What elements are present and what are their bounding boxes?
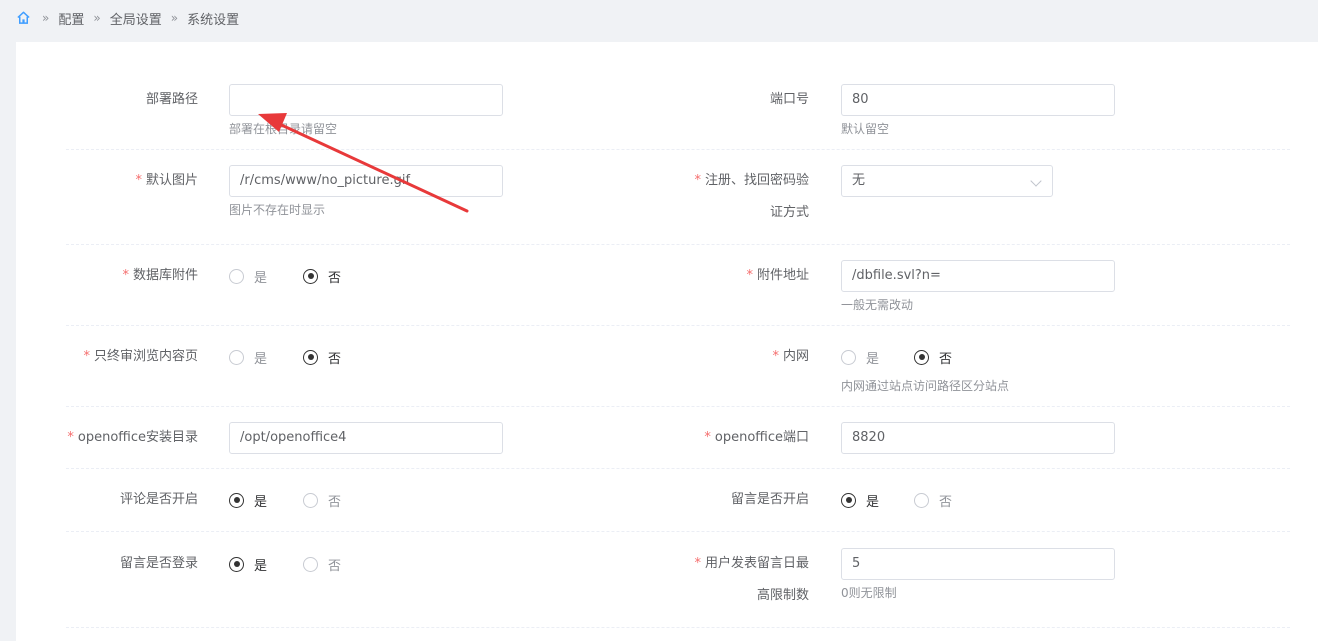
chevron-right-icon: »	[93, 11, 101, 25]
message-login-radio-no[interactable]: 否	[303, 548, 341, 580]
default-image-label: * 默认图片	[135, 173, 198, 188]
db-attachment-label: * 数据库附件	[122, 268, 198, 283]
form-row: * 数据库附件 是 否 * 附件地址 /dbfile.svl?n= 一般无需改动	[66, 260, 1290, 326]
radio-checked-icon	[229, 556, 244, 572]
final-review-radio-no[interactable]: 否	[303, 341, 341, 373]
radio-circle-icon	[229, 268, 244, 284]
comment-enabled-radio-yes[interactable]: 是	[229, 484, 267, 516]
openoffice-port-label: * openoffice端口	[704, 430, 809, 445]
message-login-radio-yes[interactable]: 是	[229, 548, 267, 580]
radio-circle-icon	[841, 349, 856, 365]
verify-method-label: * 注册、找回密码验	[694, 173, 809, 188]
form-row: * 只终审浏览内容页 是 否 * 内网 是 否 内网通过站点访问路径区分站点	[66, 341, 1290, 407]
settings-form: 部署路径 部署在根目录请留空 端口号 80 默认留空 * 默认图片 /r/cms/…	[16, 42, 1318, 641]
breadcrumb-item[interactable]: 配置	[58, 9, 84, 28]
form-row: 部署路径 部署在根目录请留空 端口号 80 默认留空	[66, 84, 1290, 150]
openoffice-port-input[interactable]: 8820	[841, 422, 1115, 454]
attachment-url-input[interactable]: /dbfile.svl?n=	[841, 260, 1115, 292]
chevron-right-icon: »	[170, 11, 179, 25]
home-icon[interactable]	[16, 10, 32, 26]
message-enabled-radio-yes[interactable]: 是	[841, 484, 879, 516]
radio-circle-icon	[914, 492, 929, 508]
form-row: * openoffice安装目录 /opt/openoffice4 * openof…	[66, 422, 1290, 469]
default-image-help: 图片不存在时显示	[229, 203, 326, 217]
message-enabled-radio-no[interactable]: 否	[914, 484, 952, 516]
radio-circle-icon	[229, 349, 244, 365]
radio-checked-icon	[914, 349, 929, 365]
final-review-label: * 只终审浏览内容页	[83, 349, 198, 364]
breadcrumb: » 配置 » 全局设置 » 系统设置	[0, 0, 1318, 36]
message-enabled-label: 留言是否开启	[730, 492, 809, 507]
radio-checked-icon	[229, 492, 244, 508]
chevron-right-icon: »	[42, 11, 50, 25]
comment-enabled-radio-no[interactable]: 否	[303, 484, 341, 516]
breadcrumb-item[interactable]: 全局设置	[110, 9, 162, 28]
radio-circle-icon	[303, 492, 318, 508]
intranet-help: 内网通过站点访问路径区分站点	[841, 379, 1010, 393]
deploy-path-label: 部署路径	[145, 92, 198, 107]
attachment-url-label: * 附件地址	[746, 268, 809, 283]
radio-checked-icon	[841, 492, 856, 508]
openoffice-dir-label: * openoffice安装目录	[67, 430, 198, 445]
openoffice-dir-input[interactable]: /opt/openoffice4	[229, 422, 503, 454]
form-row: * 默认图片 /r/cms/www/no_picture.gif 图片不存在时显示…	[66, 165, 1290, 245]
message-limit-help: 0则无限制	[841, 586, 897, 600]
default-image-input[interactable]: /r/cms/www/no_picture.gif	[229, 165, 503, 197]
form-row: 评论是否开启 是 否 留言是否开启 是 否	[66, 484, 1290, 532]
deploy-path-help: 部署在根目录请留空	[229, 122, 338, 136]
attachment-url-help: 一般无需改动	[841, 298, 914, 312]
radio-checked-icon	[303, 349, 318, 365]
form-row: 留言是否登录 是 否 * 用户发表留言日最 高限制数 5 0则无限制	[66, 548, 1290, 628]
intranet-radio-no[interactable]: 否	[914, 341, 952, 373]
intranet-label: * 内网	[772, 349, 809, 364]
verify-method-select[interactable]: 无	[841, 165, 1053, 197]
port-label: 端口号	[769, 92, 809, 107]
message-limit-label: * 用户发表留言日最	[694, 556, 809, 571]
db-attachment-radio-yes[interactable]: 是	[229, 260, 267, 292]
message-login-label: 留言是否登录	[119, 556, 198, 571]
port-input[interactable]: 80	[841, 84, 1115, 116]
db-attachment-radio-no[interactable]: 否	[303, 260, 341, 292]
chevron-down-icon	[1030, 175, 1042, 187]
verify-method-label-line2: 证方式	[769, 205, 809, 220]
radio-checked-icon	[303, 268, 318, 284]
radio-circle-icon	[303, 556, 318, 572]
message-limit-input[interactable]: 5	[841, 548, 1115, 580]
comment-enabled-label: 评论是否开启	[119, 492, 198, 507]
port-help: 默认留空	[841, 122, 890, 136]
intranet-radio-yes[interactable]: 是	[841, 341, 879, 373]
message-limit-label-line2: 高限制数	[756, 588, 809, 603]
deploy-path-input[interactable]	[229, 84, 503, 116]
final-review-radio-yes[interactable]: 是	[229, 341, 267, 373]
breadcrumb-item: 系统设置	[187, 12, 240, 28]
